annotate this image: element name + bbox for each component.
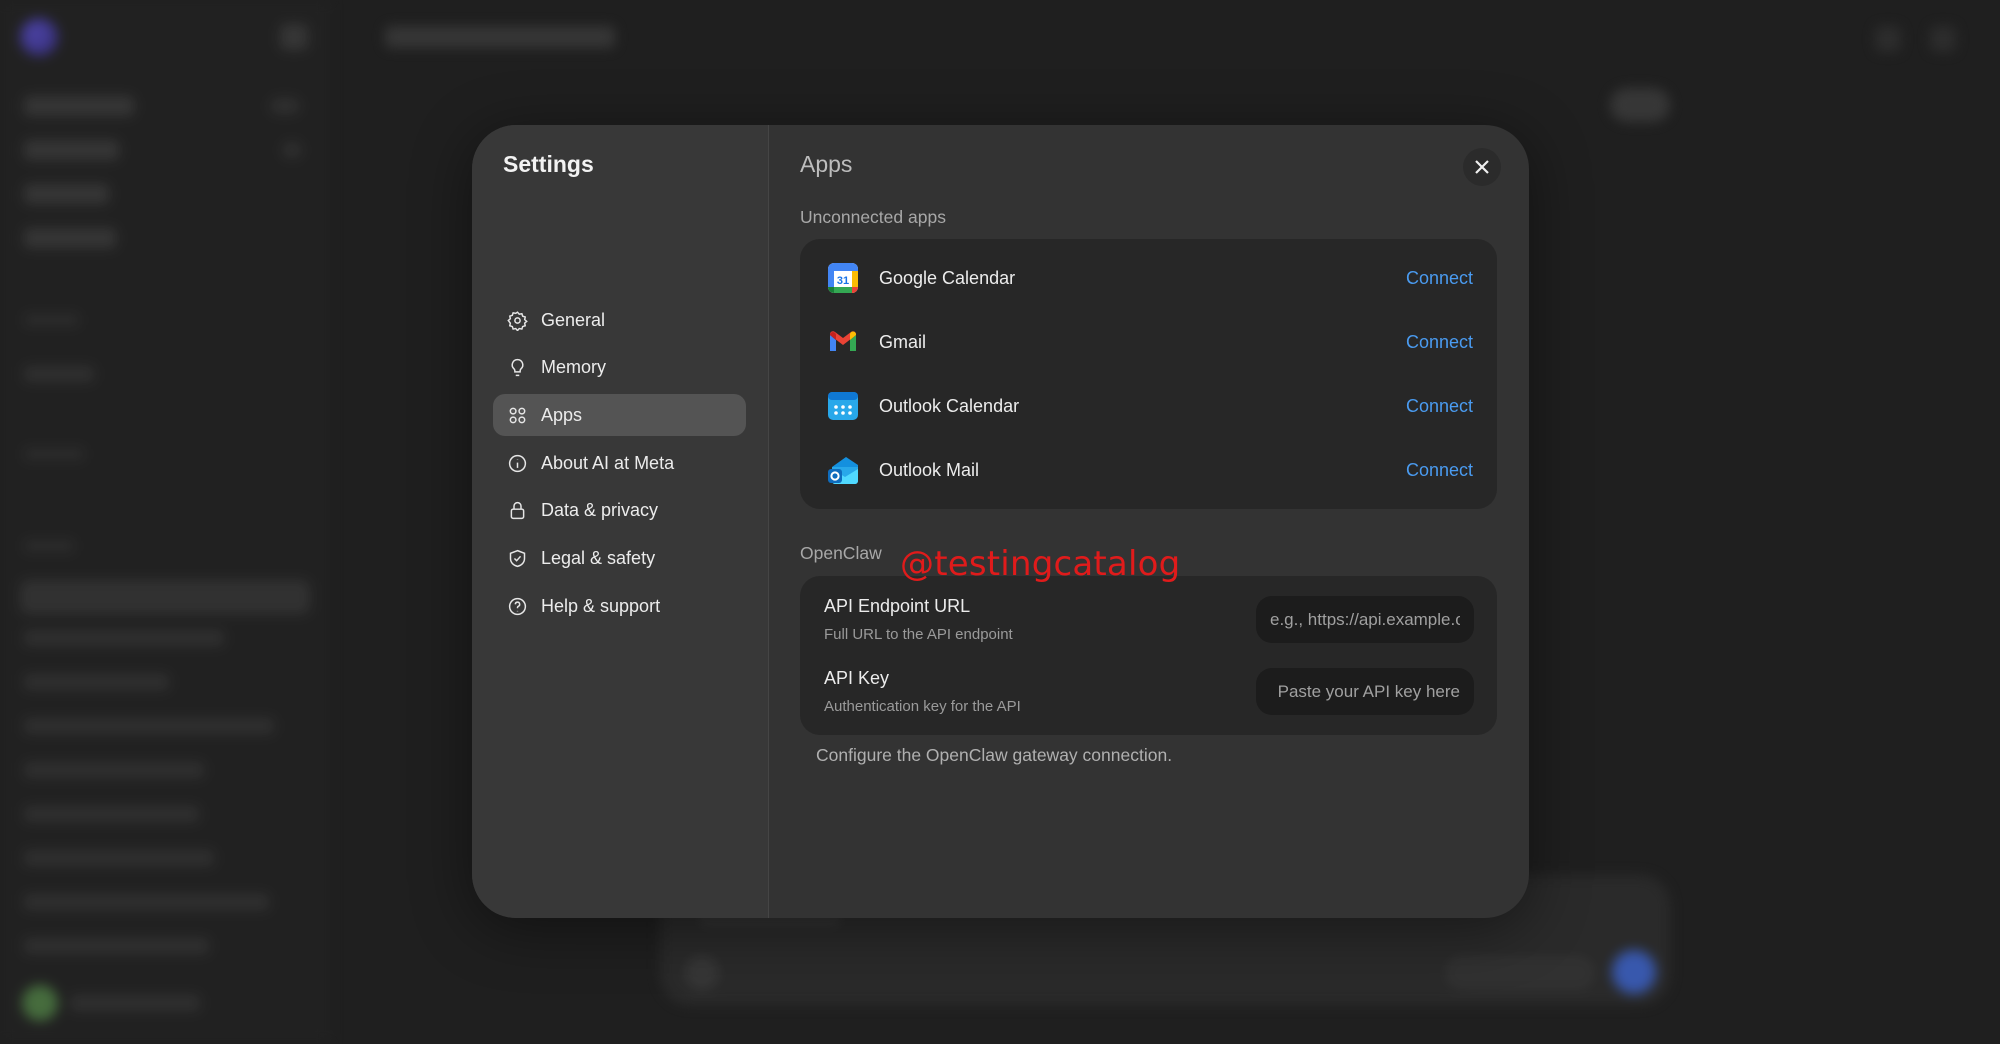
svg-text:31: 31 [837,275,849,287]
settings-modal: Settings General Memory Apps About AI at… [472,125,1529,918]
api-endpoint-input[interactable] [1256,596,1474,643]
background-chat-title [385,26,615,48]
outlook-mail-icon [826,453,860,487]
background-top-icon [1875,26,1901,52]
background-chat-item [20,580,310,614]
connect-outlook-mail-button[interactable]: Connect [1406,460,1473,481]
nav-item-label: Legal & safety [541,547,656,568]
background-section-label [24,540,74,552]
nav-item-data-privacy[interactable]: Data & privacy [493,490,746,532]
background-nav-item [24,184,109,204]
lock-icon [506,500,528,522]
app-name: Outlook Mail [879,459,980,480]
background-nav-item [24,140,119,160]
background-share-button [1610,88,1670,122]
background-section-label [24,314,79,326]
background-chat-item [24,718,274,734]
app-name: Outlook Calendar [879,395,1020,416]
openclaw-helper-text: Configure the OpenClaw gateway connectio… [816,745,1173,765]
google-calendar-icon: 31 [826,261,860,295]
user-avatar [22,985,58,1021]
background-chat-item [24,850,214,866]
nav-item-memory[interactable]: Memory [493,347,746,389]
settings-sidebar: Settings General Memory Apps About AI at… [472,125,769,918]
gear-icon [506,309,528,331]
nav-item-label: Apps [541,404,583,425]
connect-gmail-button[interactable]: Connect [1406,332,1473,353]
api-key-row: API Key Authentication key for the API [800,660,1497,724]
lightbulb-icon [506,357,528,379]
info-icon [506,452,528,474]
nav-item-label: Memory [541,357,607,378]
background-nav-badge [270,98,300,114]
help-icon [506,595,528,617]
background-nav-badge [282,142,302,158]
apps-panel: Apps Unconnected apps 31 Google Calendar… [769,125,1529,918]
background-nav-item [24,96,134,116]
settings-title: Settings [503,151,594,177]
background-chat-item [24,762,204,778]
background-user-name [70,995,200,1011]
nav-item-label: About AI at Meta [541,452,675,473]
unconnected-apps-card: 31 Google Calendar Connect Gmail Connect… [800,239,1497,509]
app-row-outlook-calendar: Outlook Calendar Connect [800,374,1497,438]
connect-outlook-calendar-button[interactable]: Connect [1406,396,1473,417]
close-icon [1475,160,1489,174]
background-chat-item [24,938,209,954]
unconnected-apps-label: Unconnected apps [800,207,946,227]
nav-item-help-support[interactable]: Help & support [493,585,746,627]
background-top-icon [1930,26,1956,52]
nav-item-label: Help & support [541,595,661,616]
background-chat-item [24,366,94,382]
nav-item-legal-safety[interactable]: Legal & safety [493,537,746,579]
nav-item-label: Data & privacy [541,500,659,521]
background-chat-item [24,674,169,690]
app-name: Gmail [879,331,927,352]
nav-item-label: General [541,309,606,330]
outlook-calendar-icon [826,389,860,423]
openclaw-label: OpenClaw [800,543,882,563]
watermark: @testingcatalog [900,544,1181,584]
connect-google-calendar-button[interactable]: Connect [1406,268,1473,289]
background-chat-item [24,630,224,646]
gmail-icon [826,325,860,359]
close-button[interactable] [1463,148,1501,186]
app-row-gmail: Gmail Connect [800,310,1497,374]
shield-icon [506,547,528,569]
background-chat-item [24,894,269,910]
background-nav-item [24,228,116,248]
api-endpoint-row: API Endpoint URL Full URL to the API end… [800,588,1497,652]
api-key-input[interactable] [1256,668,1474,715]
nav-item-apps[interactable]: Apps [493,394,746,437]
app-logo-icon [20,18,58,56]
openclaw-card: API Endpoint URL Full URL to the API end… [800,576,1497,735]
api-key-title: API Key [824,668,890,688]
background-section-label [24,448,84,460]
settings-nav: General Memory Apps About AI at Meta Dat… [493,299,746,633]
api-endpoint-subtitle: Full URL to the API endpoint [824,626,1013,643]
nav-item-about[interactable]: About AI at Meta [493,442,746,484]
background-send-icon [1612,950,1656,994]
nav-item-general[interactable]: General [493,299,746,341]
api-key-subtitle: Authentication key for the API [824,698,1021,715]
background-model-selector [1445,956,1595,990]
apps-grid-icon [506,404,528,426]
page-title: Apps [800,151,853,177]
sidebar-toggle-icon [280,24,308,50]
app-row-outlook-mail: Outlook Mail Connect [800,438,1497,502]
background-chat-item [24,806,199,822]
app-name: Google Calendar [879,267,1016,288]
api-endpoint-title: API Endpoint URL [824,596,971,616]
app-row-google-calendar: 31 Google Calendar Connect [800,246,1497,310]
background-plus-icon [685,956,719,990]
